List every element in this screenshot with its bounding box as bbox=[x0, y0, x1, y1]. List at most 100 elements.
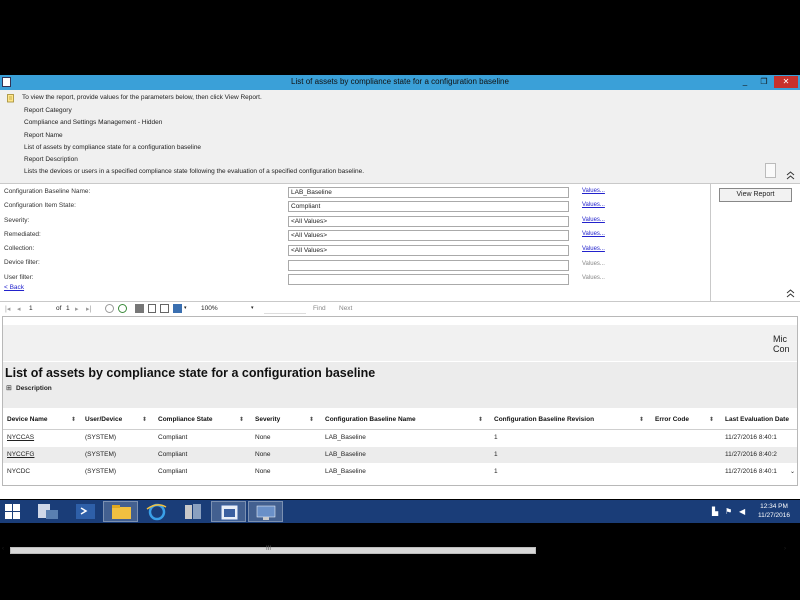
user-filter-field[interactable] bbox=[288, 274, 569, 285]
window-title: List of assets by compliance state for a… bbox=[291, 77, 509, 86]
col-compliance-state[interactable]: Compliance State bbox=[158, 416, 213, 423]
device-name-link[interactable]: NYCCAS bbox=[7, 434, 34, 441]
table-cell: None bbox=[255, 434, 271, 441]
volume-tray-icon[interactable]: ◀ bbox=[739, 507, 745, 516]
col-severity[interactable]: Severity bbox=[255, 416, 280, 423]
sort-icon[interactable]: ⬍ bbox=[71, 416, 76, 423]
network-tray-icon[interactable]: ▙ bbox=[712, 507, 718, 516]
scroll-left-icon[interactable]: ‹ bbox=[2, 546, 4, 552]
table-row bbox=[3, 447, 797, 463]
collapse-info-icon[interactable] bbox=[786, 171, 795, 180]
zoom-dropdown-icon[interactable]: ▾ bbox=[251, 305, 254, 311]
next-page-icon[interactable]: ▸ bbox=[75, 305, 79, 313]
powershell-icon[interactable] bbox=[68, 501, 103, 522]
sort-icon[interactable]: ⬍ bbox=[478, 416, 483, 423]
report-info-panel: To view the report, provide values for t… bbox=[0, 90, 800, 184]
table-cell: LAB_Baseline bbox=[325, 451, 366, 458]
find-button[interactable]: Find bbox=[313, 305, 326, 312]
info-scrollbar[interactable] bbox=[765, 163, 776, 178]
zoom-select[interactable]: 100% bbox=[201, 305, 218, 312]
col-device-name[interactable]: Device Name bbox=[7, 416, 47, 423]
next-button[interactable]: Next bbox=[339, 305, 352, 312]
sort-icon[interactable]: ⬍ bbox=[309, 416, 314, 423]
description-value: Lists the devices or users in a specifie… bbox=[24, 168, 365, 175]
close-button[interactable]: ✕ bbox=[774, 76, 798, 88]
internet-explorer-icon[interactable] bbox=[140, 501, 175, 522]
collection-values-link[interactable]: Values... bbox=[582, 246, 605, 252]
scroll-right-icon[interactable]: › bbox=[784, 546, 786, 552]
flag-tray-icon[interactable]: ⚑ bbox=[725, 507, 732, 516]
device-name-link[interactable]: NYCDC bbox=[7, 468, 30, 475]
device-filter-values-link[interactable]: Values... bbox=[582, 261, 605, 267]
scroll-grip: III bbox=[266, 546, 272, 552]
vendor-logo-line1: Mic bbox=[773, 334, 787, 344]
table-row bbox=[3, 430, 797, 446]
export-icon[interactable] bbox=[173, 304, 182, 313]
param-label-ci-state: Configuration Item State: bbox=[4, 202, 76, 209]
table-cell: LAB_Baseline bbox=[325, 468, 366, 475]
clock-time[interactable]: 12:34 PM bbox=[752, 503, 796, 510]
table-row bbox=[3, 464, 797, 474]
clock-date[interactable]: 11/27/2016 bbox=[752, 512, 796, 519]
category-label: Report Category bbox=[24, 107, 72, 114]
col-baseline-name[interactable]: Configuration Baseline Name bbox=[325, 416, 416, 423]
page-number-input[interactable]: 1 bbox=[29, 304, 51, 313]
baseline-name-values-link[interactable]: Values... bbox=[582, 188, 605, 194]
table-cell: None bbox=[255, 451, 271, 458]
view-report-button[interactable]: View Report bbox=[719, 188, 792, 202]
user-filter-values-link[interactable]: Values... bbox=[582, 275, 605, 281]
col-user-device[interactable]: User/Device bbox=[85, 416, 122, 423]
horizontal-scrollbar[interactable]: ‹ III › bbox=[2, 546, 792, 556]
col-last-evaluation-date[interactable]: Last Evaluation Date bbox=[725, 416, 797, 423]
report-viewer-taskbar-icon[interactable] bbox=[211, 501, 246, 522]
severity-field[interactable]: <All Values> bbox=[288, 216, 569, 227]
sort-icon[interactable]: ⬍ bbox=[639, 416, 644, 423]
taskbar: ▙ ⚑ ◀ 12:34 PM 11/27/2016 bbox=[0, 500, 800, 523]
device-name-link[interactable]: NYCCFG bbox=[7, 451, 34, 458]
export-dropdown-icon[interactable]: ▾ bbox=[184, 305, 187, 311]
remediated-values-link[interactable]: Values... bbox=[582, 231, 605, 237]
report-title: List of assets by compliance state for a… bbox=[5, 366, 376, 380]
parameters-panel: Configuration Baseline Name: LAB_Baselin… bbox=[0, 184, 800, 302]
scroll-down-icon[interactable]: ⌄ bbox=[790, 468, 795, 475]
total-pages: 1 bbox=[66, 305, 70, 312]
minimize-button[interactable]: _ bbox=[736, 76, 754, 88]
print-layout-icon[interactable] bbox=[148, 304, 156, 313]
file-explorer-icon[interactable] bbox=[103, 501, 138, 522]
table-cell: 1 bbox=[494, 451, 498, 458]
scrollbar-thumb[interactable] bbox=[10, 547, 536, 554]
restore-button[interactable]: ❐ bbox=[755, 76, 773, 88]
stop-icon[interactable] bbox=[105, 304, 114, 313]
name-label: Report Name bbox=[24, 132, 63, 139]
collapse-params-icon[interactable] bbox=[786, 289, 795, 298]
param-label-severity: Severity: bbox=[4, 217, 30, 224]
remote-desktop-icon[interactable] bbox=[248, 501, 283, 522]
last-page-icon[interactable]: ▸| bbox=[86, 305, 91, 313]
server-manager-icon[interactable] bbox=[30, 501, 65, 522]
title-bar[interactable]: List of assets by compliance state for a… bbox=[0, 75, 800, 90]
back-link[interactable]: < Back bbox=[4, 284, 24, 291]
print-icon[interactable] bbox=[135, 304, 144, 313]
expand-description-icon[interactable]: ⊞ bbox=[6, 384, 12, 392]
severity-values-link[interactable]: Values... bbox=[582, 217, 605, 223]
windows-start-icon[interactable] bbox=[5, 504, 21, 521]
page-setup-icon[interactable] bbox=[160, 304, 169, 313]
ci-state-field[interactable]: Compliant bbox=[288, 201, 569, 212]
collection-field[interactable]: <All Values> bbox=[288, 245, 569, 256]
device-filter-field[interactable] bbox=[288, 260, 569, 271]
prev-page-icon[interactable]: ◂ bbox=[17, 305, 21, 313]
first-page-icon[interactable]: |◂ bbox=[5, 305, 10, 313]
description-toggle-label[interactable]: Description bbox=[16, 385, 52, 392]
report-toolbar: |◂ ◂ 1 of 1 ▸ ▸| ▾ 100% ▾ Find Next bbox=[0, 302, 800, 316]
col-error-code[interactable]: Error Code bbox=[655, 416, 689, 423]
sort-icon[interactable]: ⬍ bbox=[142, 416, 147, 423]
remediated-field[interactable]: <All Values> bbox=[288, 230, 569, 241]
sort-icon[interactable]: ⬍ bbox=[239, 416, 244, 423]
ci-state-values-link[interactable]: Values... bbox=[582, 202, 605, 208]
refresh-icon[interactable] bbox=[118, 304, 127, 313]
config-manager-console-icon[interactable] bbox=[176, 501, 211, 522]
baseline-name-field[interactable]: LAB_Baseline bbox=[288, 187, 569, 198]
find-input[interactable] bbox=[264, 304, 306, 314]
sort-icon[interactable]: ⬍ bbox=[709, 416, 714, 423]
col-baseline-revision[interactable]: Configuration Baseline Revision bbox=[494, 416, 594, 423]
